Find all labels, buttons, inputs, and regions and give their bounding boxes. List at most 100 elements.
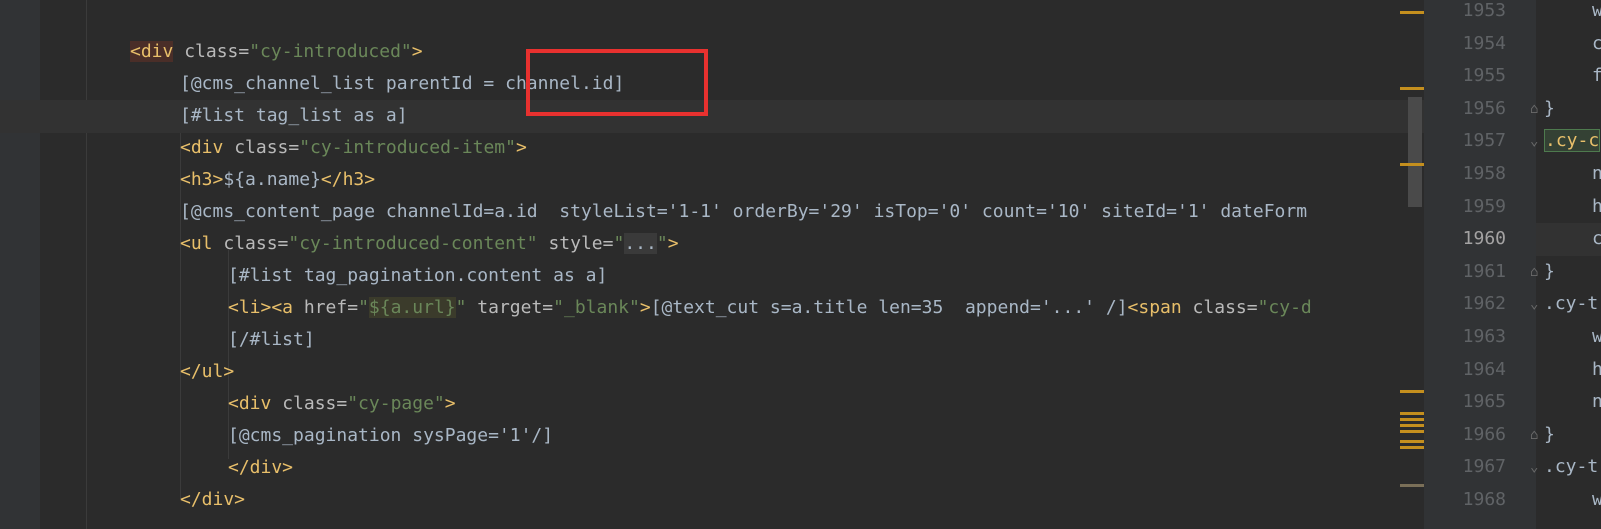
code-token: <div xyxy=(180,137,224,158)
code-token: n xyxy=(1592,163,1601,184)
code-line[interactable]: <div class="cy-introduced"> xyxy=(0,36,1424,69)
code-token: "cy-introduced-content" xyxy=(288,233,538,254)
line-number: 1960 xyxy=(1462,228,1506,250)
code-token: > xyxy=(639,297,651,318)
warning-marker[interactable] xyxy=(1400,412,1424,415)
code-line[interactable]: w xyxy=(1592,321,1601,354)
line-number: 1968 xyxy=(1462,489,1506,510)
line-number: 1958 xyxy=(1462,163,1506,184)
warning-marker[interactable] xyxy=(1400,163,1424,166)
code-token: "_blank" xyxy=(553,297,640,318)
code-line[interactable]: } xyxy=(1544,93,1555,126)
code-token: w xyxy=(1592,0,1601,21)
code-line[interactable]: [@cms_pagination sysPage='1'/] xyxy=(0,420,1424,453)
code-line[interactable]: .cy-t xyxy=(1544,288,1598,321)
code-token: " xyxy=(358,297,369,318)
line-number: 1967 xyxy=(1462,456,1506,478)
code-token: h xyxy=(1592,358,1601,380)
warning-marker[interactable] xyxy=(1400,446,1424,449)
code-line[interactable]: f xyxy=(1592,60,1601,93)
fold-toggle-icon[interactable]: ⌂ xyxy=(1530,265,1544,279)
code-token: </ul> xyxy=(180,361,235,382)
code-token: [@cms_content_page channelId=a.id styleL… xyxy=(180,201,1308,222)
code-line[interactable]: c xyxy=(1592,28,1601,61)
warning-marker[interactable] xyxy=(1400,424,1424,427)
code-line[interactable]: [@cms_content_page channelId=a.id styleL… xyxy=(0,196,1424,229)
fold-toggle-icon[interactable]: ⌄ xyxy=(1530,297,1544,311)
code-line[interactable]: w xyxy=(1592,484,1601,517)
fold-toggle-icon[interactable]: ⌂ xyxy=(1530,428,1544,442)
code-line[interactable]: } xyxy=(1544,419,1555,452)
code-line[interactable]: [#list tag_pagination.content as a] xyxy=(0,260,1424,293)
code-token: w xyxy=(1592,489,1601,510)
warning-marker[interactable] xyxy=(1400,440,1424,443)
line-number: 1955 xyxy=(1462,65,1506,87)
fold-toggle-icon[interactable]: ⌂ xyxy=(1530,102,1544,116)
code-token: w xyxy=(1592,326,1601,347)
code-line[interactable]: .cy-t xyxy=(1544,451,1598,484)
code-line[interactable]: c xyxy=(1592,223,1601,256)
code-token: class= xyxy=(173,41,250,62)
info-marker[interactable] xyxy=(1400,484,1424,487)
code-line[interactable]: <li><a href="${a.url}" target="_blank">[… xyxy=(0,292,1424,325)
line-number: 1953 xyxy=(1462,0,1506,21)
code-token: ${a.name} xyxy=(223,169,321,190)
code-line[interactable]: <div class="cy-introduced-item"> xyxy=(0,132,1424,165)
code-token: class= xyxy=(271,393,348,414)
line-number: 1959 xyxy=(1462,195,1506,217)
code-editor-right[interactable]: 1953 1954 1955 1956 1957 1958 1959 1960 1961 1962… xyxy=(1424,0,1601,529)
code-token: target= xyxy=(466,297,554,318)
code-line[interactable]: [#list tag_list as a] xyxy=(0,100,1424,133)
code-line[interactable]: h xyxy=(1592,354,1601,387)
warning-marker[interactable] xyxy=(1400,418,1424,421)
code-token: <div xyxy=(228,393,272,414)
code-line[interactable]: n xyxy=(1592,158,1601,191)
code-line[interactable]: <div class="cy-page"> xyxy=(0,388,1424,421)
code-line[interactable]: </ul> xyxy=(0,356,1424,389)
code-token: style= xyxy=(537,233,614,254)
code-token: [@cms_pagination sysPage='1'/] xyxy=(228,425,554,446)
line-number: 1965 xyxy=(1462,391,1506,413)
code-token: class= xyxy=(1181,297,1258,318)
fold-toggle-icon[interactable]: ⌄ xyxy=(1530,134,1544,148)
code-token: "cy-introduced" xyxy=(249,41,412,62)
code-token: class= xyxy=(212,233,289,254)
code-token: [@text_cut s=a.title len=35 append='...'… xyxy=(650,297,1128,318)
code-token: c xyxy=(1592,228,1601,250)
code-token: .cy-c xyxy=(1544,129,1601,153)
code-token: "cy-introduced-item" xyxy=(299,137,516,158)
code-line[interactable]: w xyxy=(1592,0,1601,28)
code-token: [/#list] xyxy=(228,329,315,350)
code-line[interactable]: <ul class="cy-introduced-content" style=… xyxy=(0,228,1424,261)
line-number: 1957 xyxy=(1462,130,1506,152)
line-number: 1961 xyxy=(1462,260,1506,282)
code-token: .cy-t xyxy=(1544,293,1599,315)
code-token: " xyxy=(455,297,467,318)
code-line[interactable]: h xyxy=(1592,191,1601,224)
code-token: f xyxy=(1592,65,1601,87)
code-token: ${a.url} xyxy=(368,297,456,318)
code-line[interactable]: </div> xyxy=(0,484,1424,517)
code-token: <span xyxy=(1127,297,1182,318)
code-line[interactable]: <h3>${a.name}</h3> xyxy=(0,164,1424,197)
code-line[interactable]: n xyxy=(1592,386,1601,419)
fold-toggle-icon[interactable]: ⌄ xyxy=(1530,460,1544,474)
line-number: 1964 xyxy=(1462,358,1506,380)
code-line[interactable]: } xyxy=(1544,256,1555,289)
code-line[interactable]: [@cms_channel_list parentId = channel.id… xyxy=(0,68,1424,101)
code-line[interactable]: .cy-c xyxy=(1544,125,1601,158)
warning-marker[interactable] xyxy=(1400,87,1424,90)
scrollbar-thumb[interactable] xyxy=(1408,97,1422,207)
warning-marker[interactable] xyxy=(1400,430,1424,433)
code-token: h xyxy=(1592,195,1601,217)
warning-marker[interactable] xyxy=(1400,390,1424,393)
code-line[interactable]: </div> xyxy=(0,452,1424,485)
code-editor-left[interactable]: <div class="cy-introduced"> [@cms_channel… xyxy=(0,0,1424,529)
code-line[interactable]: [/#list] xyxy=(0,324,1424,357)
annotation-highlight-box xyxy=(526,49,708,116)
line-number: 1954 xyxy=(1462,32,1506,54)
code-token: .cy-t xyxy=(1544,456,1599,478)
warning-marker[interactable] xyxy=(1400,11,1424,14)
error-stripe[interactable] xyxy=(1392,0,1424,529)
code-token: n xyxy=(1592,391,1601,413)
